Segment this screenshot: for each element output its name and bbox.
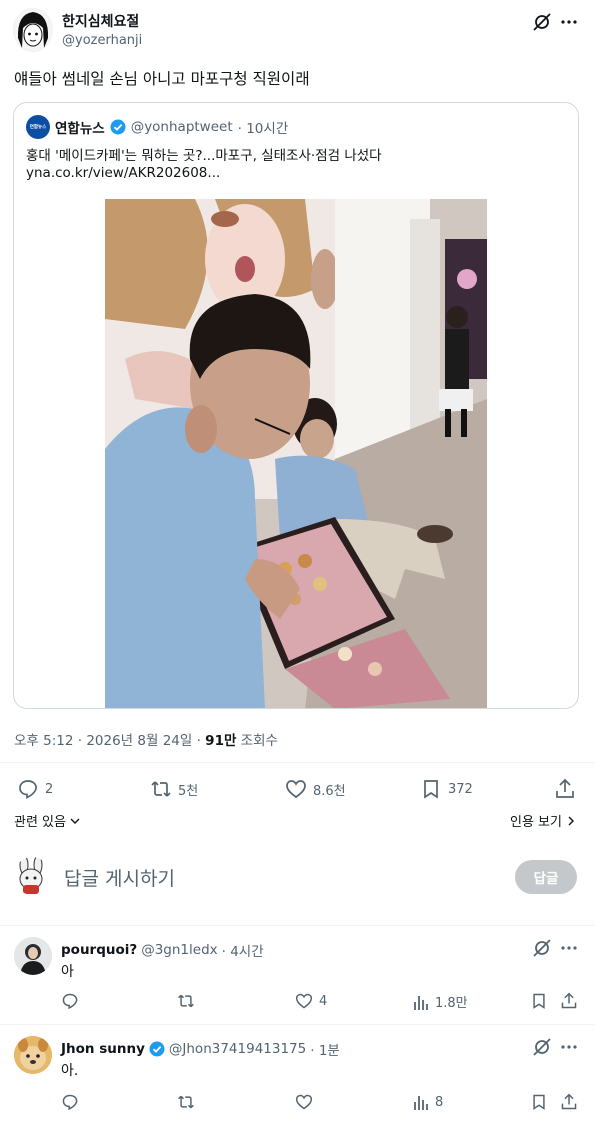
reply-icon [17, 778, 39, 800]
view-count-label: 조회수 [236, 733, 278, 749]
quote-headline: 홍대 '메이드카페'는 뭐하는 곳?...마포구, 실태조사·점검 나섰다 [26, 148, 382, 164]
reply-icon[interactable] [61, 992, 79, 1010]
reply-text: 아 [61, 964, 74, 980]
grok-icon[interactable] [532, 938, 552, 958]
quote-time: · 10시간 [237, 121, 289, 137]
reply-author-handle[interactable]: @Jhon37419413175 [169, 1041, 306, 1057]
reply-author-handle[interactable]: @3gn1ledx [141, 942, 217, 958]
reply-avatar[interactable] [14, 937, 52, 975]
reply-author-name[interactable]: pourquoi? [61, 942, 137, 958]
reply-button-label: 답글 [533, 871, 559, 887]
bookmark-icon[interactable] [530, 992, 548, 1010]
reply-time[interactable]: · 1분 [310, 1039, 340, 1059]
reply-action[interactable]: 2 [17, 778, 53, 800]
bookmark-icon [420, 778, 442, 800]
post-text: 얘들아 썸네일 손님 아니고 마포구청 직원이래 [14, 70, 310, 88]
reply-text: 아. [61, 1063, 79, 1079]
quote-avatar: 연합뉴스 [26, 115, 50, 139]
like-action[interactable]: 4 [295, 992, 327, 1010]
like-action[interactable] [295, 1093, 319, 1111]
more-icon[interactable] [559, 12, 579, 32]
grok-icon[interactable] [532, 1037, 552, 1057]
reply-avatar[interactable] [14, 1036, 52, 1074]
reply-author-name[interactable]: Jhon sunny [61, 1041, 145, 1057]
like-count: 4 [319, 993, 328, 1009]
bookmark-action[interactable]: 372 [420, 778, 473, 800]
repost-icon[interactable] [177, 992, 195, 1010]
views-stat[interactable]: 1.8만 [413, 992, 468, 1011]
reply-icon[interactable] [61, 1093, 79, 1111]
view-count: 91만 [205, 733, 237, 749]
my-avatar [14, 857, 50, 895]
chevron-down-icon [69, 815, 81, 827]
like-icon [295, 1093, 313, 1111]
views-count: 1.8만 [435, 996, 468, 1011]
repost-icon [150, 778, 172, 800]
reply-count: 2 [45, 781, 54, 797]
repost-count: 5천 [178, 783, 199, 799]
related-toggle[interactable]: 관련 있음 [14, 811, 81, 830]
quote-author-handle: @yonhaptweet [130, 119, 233, 135]
chevron-right-icon [566, 815, 576, 827]
reply-button[interactable]: 답글 [515, 860, 577, 894]
views-count: 8 [435, 1094, 444, 1110]
views-icon [413, 1093, 429, 1111]
post-timestamp[interactable]: 오후 5:12 · 2026년 8월 24일 · [14, 733, 205, 749]
share-icon[interactable] [560, 992, 578, 1010]
share-icon[interactable] [554, 778, 576, 800]
author-avatar[interactable] [13, 8, 53, 52]
quote-author-name: 연합뉴스 [55, 121, 105, 137]
like-action[interactable]: 8.6천 [285, 778, 346, 800]
author-name[interactable]: 한지심체요절 [62, 11, 139, 31]
repost-action[interactable]: 5천 [150, 778, 198, 800]
more-icon[interactable] [559, 938, 579, 958]
quoted-post-card[interactable]: 연합뉴스 연합뉴스 @yonhaptweet · 10시간 홍대 '메이드카페'… [13, 102, 579, 709]
like-icon [295, 992, 313, 1010]
like-count: 8.6천 [313, 783, 346, 799]
reply-time[interactable]: · 4시간 [222, 940, 264, 960]
author-handle[interactable]: @yozerhanji [62, 33, 142, 48]
related-label: 관련 있음 [14, 815, 66, 830]
quote-link[interactable]: yna.co.kr/view/AKR202608... [26, 165, 220, 181]
repost-icon[interactable] [177, 1093, 195, 1111]
quote-avatar-label: 연합뉴스 [29, 125, 47, 130]
views-stat[interactable]: 8 [413, 1093, 443, 1111]
views-icon [413, 993, 429, 1011]
verified-badge-icon [110, 119, 126, 135]
view-quotes-link[interactable]: 인용 보기 [510, 811, 576, 830]
verified-badge-icon [149, 1041, 165, 1057]
share-icon[interactable] [560, 1093, 578, 1111]
quote-photo[interactable] [105, 199, 487, 708]
grok-icon[interactable] [532, 12, 552, 32]
bookmark-count: 372 [448, 781, 473, 797]
view-quotes-label: 인용 보기 [510, 815, 562, 830]
more-icon[interactable] [559, 1037, 579, 1057]
reply-input[interactable]: 답글 게시하기 [64, 864, 494, 891]
bookmark-icon[interactable] [530, 1093, 548, 1111]
like-icon [285, 778, 307, 800]
